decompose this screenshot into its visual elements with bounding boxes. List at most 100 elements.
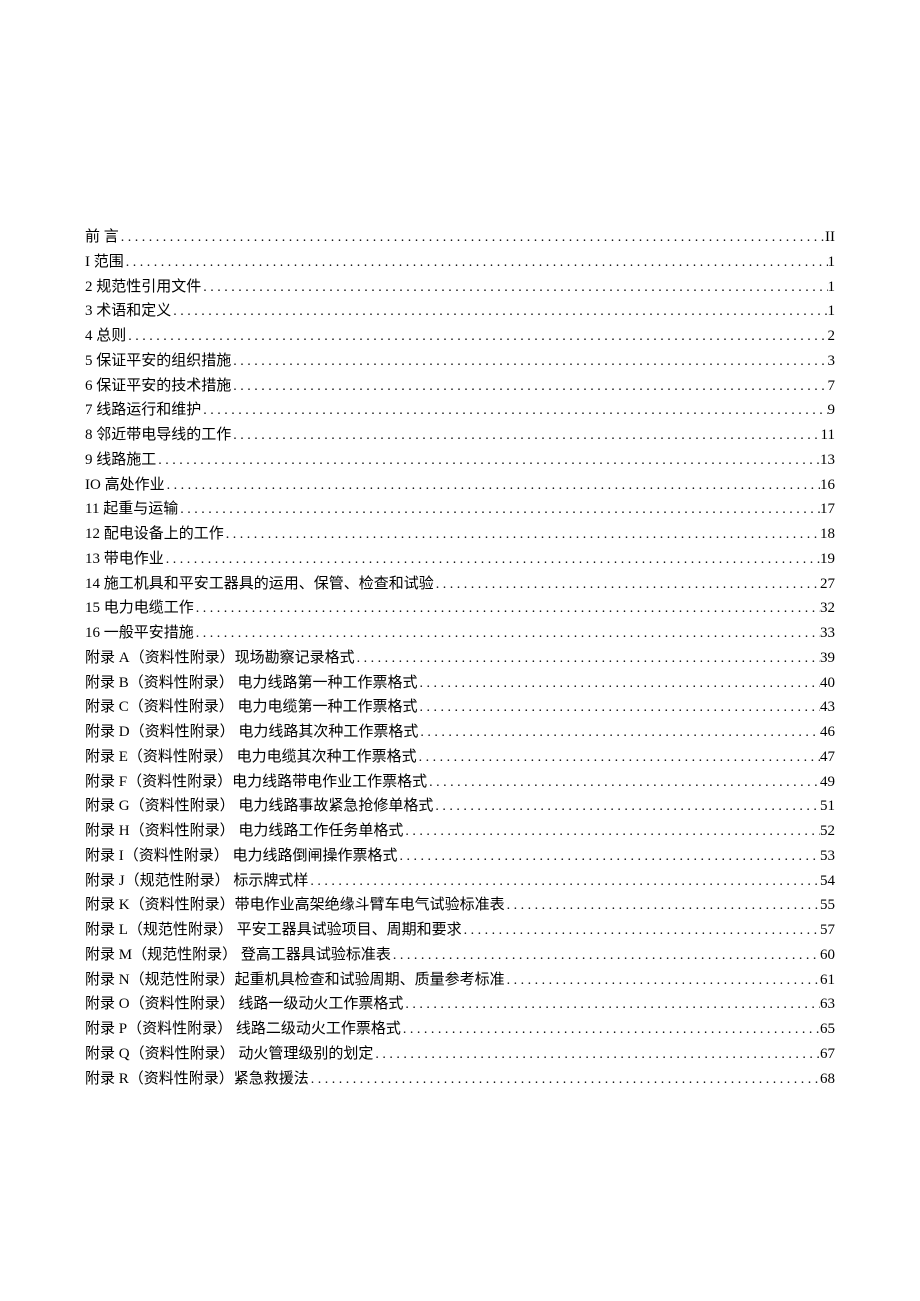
toc-entry: 15 电力电缆工作32 <box>85 596 835 621</box>
toc-leader-dots <box>156 448 820 473</box>
toc-entry: 附录 M（规范性附录） 登高工器具试验标准表 60 <box>85 943 835 968</box>
toc-entry-page: 1 <box>828 299 836 324</box>
toc-entry-page: 53 <box>820 844 835 869</box>
toc-leader-dots <box>391 943 820 968</box>
toc-entry-label: 16 一般平安措施 <box>85 621 194 646</box>
toc-entry: 附录 J（规范性附录） 标示牌式样54 <box>85 869 835 894</box>
toc-entry: 6 保证平安的技术措施7 <box>85 374 835 399</box>
toc-entry-page: 1 <box>828 250 836 275</box>
toc-entry-label: 附录 F（资料性附录）电力线路带电作业工作票格式 <box>85 770 427 795</box>
toc-leader-dots <box>164 547 820 572</box>
toc-leader-dots <box>427 770 820 795</box>
toc-entry: 附录 N（规范性附录）起重机具检查和试验周期、质量参考标准61 <box>85 968 835 993</box>
toc-entry-label: 前 言 <box>85 225 119 250</box>
toc-entry: 附录 F（资料性附录）电力线路带电作业工作票格式 49 <box>85 770 835 795</box>
toc-leader-dots <box>119 225 825 250</box>
toc-leader-dots <box>403 992 820 1017</box>
toc-entry-page: 60 <box>820 943 835 968</box>
toc-entry-page: 40 <box>820 671 835 696</box>
toc-entry-label: 附录 O（资料性附录） 线路一级动火工作票格式 <box>85 992 403 1017</box>
toc-entry-page: 16 <box>820 473 835 498</box>
toc-leader-dots <box>194 596 820 621</box>
toc-entry-page: 57 <box>820 918 835 943</box>
toc-leader-dots <box>231 349 827 374</box>
toc-entry-label: I 范围 <box>85 250 124 275</box>
toc-entry: 附录 Q（资料性附录） 动火管理级别的划定 67 <box>85 1042 835 1067</box>
toc-entry-page: 3 <box>828 349 836 374</box>
toc-entry-label: 14 施工机具和平安工器具的运用、保管、检查和试验 <box>85 572 434 597</box>
toc-leader-dots <box>434 572 820 597</box>
toc-entry: 8 邻近带电导线的工作 11 <box>85 423 835 448</box>
toc-entry-label: 5 保证平安的组织措施 <box>85 349 231 374</box>
toc-entry-page: 39 <box>820 646 835 671</box>
toc-leader-dots <box>418 695 820 720</box>
toc-leader-dots <box>418 671 820 696</box>
toc-leader-dots <box>462 918 820 943</box>
toc-entry-label: 附录 R（资料性附录）紧急救援法 <box>85 1067 309 1092</box>
toc-entry-label: 12 配电设备上的工作 <box>85 522 224 547</box>
toc-entry-label: IO 高处作业 <box>85 473 165 498</box>
toc-entry: 附录 I（资料性附录） 电力线路倒闸操作票格式53 <box>85 844 835 869</box>
toc-entry-page: 51 <box>820 794 835 819</box>
toc-entry: 附录 H（资料性附录） 电力线路工作任务单格式 52 <box>85 819 835 844</box>
toc-leader-dots <box>224 522 820 547</box>
toc-entry: 附录 D（资料性附录） 电力线路其次种工作票格式46 <box>85 720 835 745</box>
toc-entry-page: 17 <box>820 497 835 522</box>
toc-entry-label: 11 起重与运输 <box>85 497 178 522</box>
toc-entry-label: 附录 K（资料性附录）带电作业高架绝缘斗臂车电气试验标准表 <box>85 893 505 918</box>
toc-entry: 前 言II <box>85 225 835 250</box>
toc-entry-label: 附录 H（资料性附录） 电力线路工作任务单格式 <box>85 819 403 844</box>
toc-entry-label: 9 线路施工 <box>85 448 156 473</box>
toc-entry-label: 附录 M（规范性附录） 登高工器具试验标准表 <box>85 943 391 968</box>
toc-entry: IO 高处作业 16 <box>85 473 835 498</box>
toc-entry-page: 13 <box>820 448 835 473</box>
toc-entry: 12 配电设备上的工作 18 <box>85 522 835 547</box>
toc-entry: 附录 A（资料性附录）现场勘察记录格式 39 <box>85 646 835 671</box>
toc-entry-page: 68 <box>820 1067 835 1092</box>
toc-entry: 附录 L（规范性附录） 平安工器具试验项目、周期和要求 57 <box>85 918 835 943</box>
toc-entry-page: 67 <box>820 1042 835 1067</box>
toc-entry: 附录 O（资料性附录） 线路一级动火工作票格式63 <box>85 992 835 1017</box>
toc-entry-label: 7 线路运行和维护 <box>85 398 201 423</box>
toc-leader-dots <box>308 869 820 894</box>
toc-entry-page: 46 <box>820 720 835 745</box>
toc-leader-dots <box>373 1042 820 1067</box>
toc-entry-page: 33 <box>820 621 835 646</box>
toc-entry-label: 附录 A（资料性附录）现场勘察记录格式 <box>85 646 355 671</box>
toc-entry-label: 15 电力电缆工作 <box>85 596 194 621</box>
toc-entry-label: 附录 Q（资料性附录） 动火管理级别的划定 <box>85 1042 373 1067</box>
toc-entry-label: 附录 B（资料性附录） 电力线路第一种工作票格式 <box>85 671 418 696</box>
toc-leader-dots <box>433 794 820 819</box>
toc-leader-dots <box>309 1067 820 1092</box>
table-of-contents: 前 言III 范围12 规范性引用文件13 术语和定义14 总则25 保证平安的… <box>85 225 835 1091</box>
toc-leader-dots <box>505 968 820 993</box>
toc-entry-label: 3 术语和定义 <box>85 299 171 324</box>
toc-entry-page: 7 <box>828 374 836 399</box>
toc-entry-page: 2 <box>828 324 836 349</box>
toc-entry-label: 2 规范性引用文件 <box>85 275 201 300</box>
toc-entry-page: 65 <box>820 1017 835 1042</box>
toc-entry-page: 11 <box>821 423 835 448</box>
toc-entry-page: 43 <box>820 695 835 720</box>
toc-entry-label: 附录 L（规范性附录） 平安工器具试验项目、周期和要求 <box>85 918 462 943</box>
toc-entry-label: 附录 G（资料性附录） 电力线路事故紧急抢修单格式 <box>85 794 433 819</box>
toc-leader-dots <box>124 250 828 275</box>
toc-entry-page: 19 <box>820 547 835 572</box>
toc-leader-dots <box>165 473 820 498</box>
toc-entry-page: 18 <box>820 522 835 547</box>
toc-entry-label: 附录 P（资料性附录） 线路二级动火工作票格式 <box>85 1017 401 1042</box>
toc-entry-label: 附录 J（规范性附录） 标示牌式样 <box>85 869 308 894</box>
toc-entry-label: 附录 C（资料性附录） 电力电缆第一种工作票格式 <box>85 695 418 720</box>
toc-entry: 3 术语和定义 1 <box>85 299 835 324</box>
toc-entry-page: 61 <box>820 968 835 993</box>
toc-entry: 7 线路运行和维护9 <box>85 398 835 423</box>
toc-entry-label: 8 邻近带电导线的工作 <box>85 423 231 448</box>
toc-entry: 4 总则 2 <box>85 324 835 349</box>
toc-entry-label: 4 总则 <box>85 324 126 349</box>
toc-leader-dots <box>401 1017 820 1042</box>
toc-entry: 11 起重与运输 17 <box>85 497 835 522</box>
toc-entry-page: 52 <box>820 819 835 844</box>
toc-entry-label: 13 带电作业 <box>85 547 164 572</box>
toc-entry-page: 49 <box>820 770 835 795</box>
toc-entry: 5 保证平安的组织措施 3 <box>85 349 835 374</box>
